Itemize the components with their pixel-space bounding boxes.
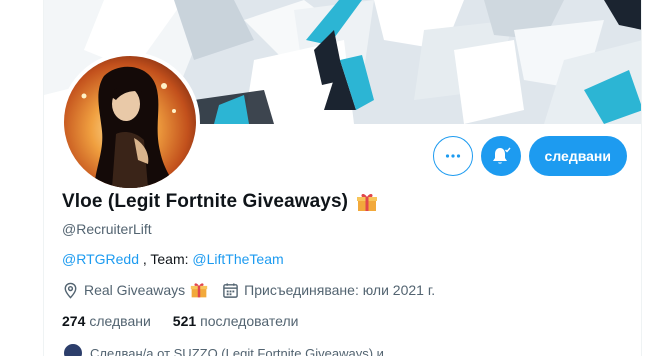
bio-text: , Team:: [138, 251, 193, 267]
following-count: 274: [62, 313, 86, 329]
more-horizontal-icon: [445, 154, 460, 158]
location-item: Real Giveaways: [62, 281, 208, 299]
left-gutter: [0, 0, 43, 356]
profile-meta: Real Giveaways Присъединяване: юли 2021 …: [62, 281, 449, 299]
follower-avatar: [62, 342, 84, 356]
right-gutter: [642, 0, 672, 356]
more-options-button[interactable]: [432, 136, 473, 176]
bio-mention-link[interactable]: @RTGRedd: [62, 251, 139, 267]
calendar-icon: [223, 282, 238, 298]
followers-count: 521: [172, 313, 197, 329]
gift-icon: [190, 283, 208, 298]
location-pin-icon: [64, 282, 77, 299]
profile-actions: следвани: [432, 136, 627, 176]
following-count-link[interactable]: 274 следвани: [62, 313, 151, 329]
display-name: Vloe (Legit Fortnite Giveaways): [62, 191, 349, 212]
bell-subscribed-icon: [492, 147, 511, 164]
followers-count-link[interactable]: 521 последователи: [173, 313, 299, 329]
name-row: Vloe (Legit Fortnite Giveaways): [62, 191, 378, 213]
gift-icon: [357, 193, 378, 211]
following-button[interactable]: следвани: [528, 136, 627, 176]
joined-date-text: Присъединяване: юли 2021 г.: [244, 282, 436, 298]
notifications-button[interactable]: [480, 136, 521, 176]
profile-bio: @RTGRedd , Team: @LiftTheTeam: [62, 251, 284, 267]
profile-avatar[interactable]: [60, 52, 200, 192]
followers-label: последователи: [200, 313, 299, 329]
following-label: следвани: [89, 313, 151, 329]
follow-stats: 274 следвани 521 последователи: [62, 313, 320, 329]
avatar-image: [64, 56, 196, 188]
joined-date-item: Присъединяване: юли 2021 г.: [222, 282, 435, 299]
location-text: Real Giveaways: [84, 282, 186, 298]
bio-mention-link[interactable]: @LiftTheTeam: [192, 251, 283, 267]
followed-by-row[interactable]: Следван/а от SUZZO (Legit Fortnite Givea…: [62, 342, 384, 356]
followed-by-text: Следван/а от SUZZO (Legit Fortnite Givea…: [90, 345, 384, 356]
profile-column: следвани Vloe (Legit Fortnite Giveaways)…: [43, 0, 642, 356]
user-handle: @RecruiterLift: [62, 221, 152, 237]
